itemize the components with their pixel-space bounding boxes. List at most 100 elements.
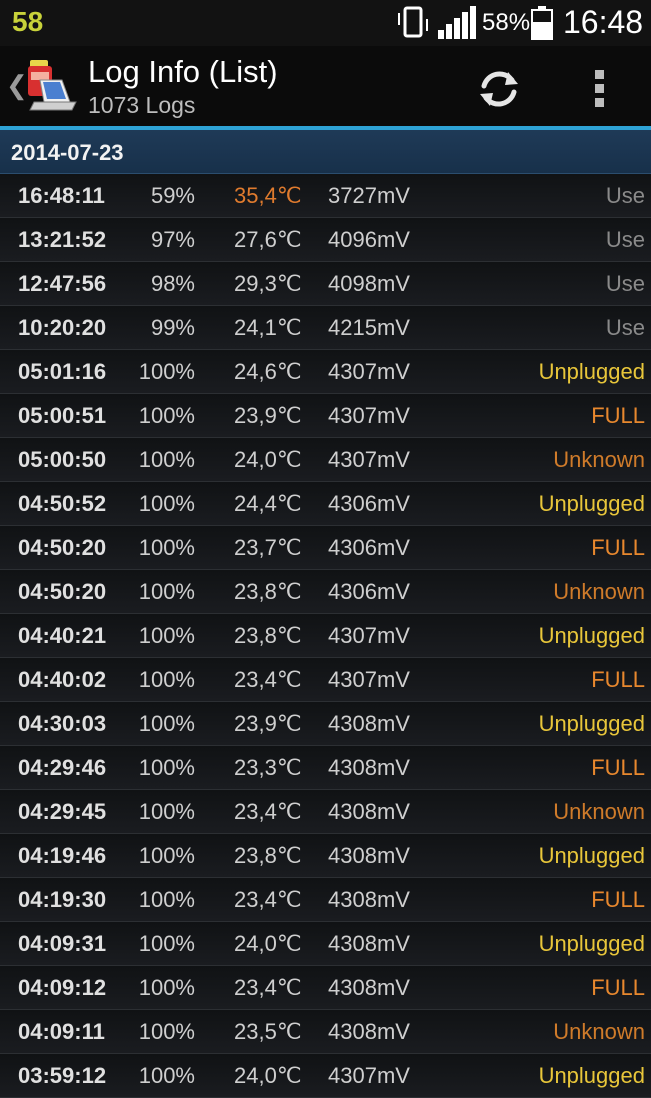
log-battery-percent: 100% [138, 1019, 195, 1044]
vibrate-icon [396, 5, 430, 44]
log-battery-percent: 100% [138, 887, 195, 912]
log-row[interactable]: 04:50:52 100% 24,4℃ 4306mV Unplugged [0, 482, 651, 526]
log-row[interactable]: 12:47:56 98% 29,3℃ 4098mV Use [0, 262, 651, 306]
log-row[interactable]: 13:21:52 97% 27,6℃ 4096mV Use [0, 218, 651, 262]
log-row[interactable]: 04:19:30 100% 23,4℃ 4308mV FULL [0, 878, 651, 922]
battery-icon [531, 6, 553, 45]
log-battery-percent: 97% [150, 227, 195, 252]
log-battery-percent: 100% [138, 667, 195, 692]
log-time: 05:00:50 [18, 447, 107, 472]
log-row[interactable]: 05:01:16 100% 24,6℃ 4307mV Unplugged [0, 350, 651, 394]
log-time: 16:48:11 [18, 183, 105, 208]
log-row[interactable]: 16:48:11 59% 35,4℃ 3727mV Use [0, 174, 651, 218]
log-status: FULL [591, 667, 645, 692]
log-status: Unknown [553, 799, 645, 824]
log-time: 04:50:20 [18, 535, 107, 560]
log-voltage: 4306mV [328, 579, 410, 604]
action-bar: ❮ Log Info (List) 1073 Logs [0, 46, 651, 126]
log-voltage: 4308mV [328, 887, 410, 912]
log-time: 05:00:51 [18, 403, 107, 428]
log-row[interactable]: 05:00:51 100% 23,9℃ 4307mV FULL [0, 394, 651, 438]
log-status: Unplugged [538, 1063, 645, 1088]
log-voltage: 4307mV [328, 447, 410, 472]
log-time: 10:20:20 [18, 315, 107, 340]
log-battery-percent: 59% [150, 183, 195, 208]
log-status: Unplugged [538, 491, 645, 516]
log-voltage: 4096mV [328, 227, 410, 252]
log-voltage: 4098mV [328, 271, 410, 296]
log-status: Unplugged [538, 623, 645, 648]
log-status: Use [605, 315, 645, 340]
log-time: 04:09:11 [18, 1019, 105, 1044]
log-time: 04:09:31 [18, 931, 107, 956]
log-time: 05:01:16 [18, 359, 107, 384]
log-battery-percent: 100% [138, 623, 195, 648]
log-temperature: 23,9℃ [234, 711, 302, 736]
section-date: 2014-07-23 [11, 140, 124, 165]
log-battery-percent: 100% [138, 491, 195, 516]
log-voltage: 3727mV [328, 183, 410, 208]
log-temperature: 23,4℃ [234, 667, 302, 692]
overflow-menu-icon[interactable] [585, 64, 615, 114]
clock: 16:48 [563, 4, 644, 40]
log-temperature: 23,8℃ [234, 623, 302, 648]
log-voltage: 4308mV [328, 799, 410, 824]
log-row[interactable]: 04:30:03 100% 23,9℃ 4308mV Unplugged [0, 702, 651, 746]
log-status: Unplugged [538, 931, 645, 956]
log-voltage: 4306mV [328, 491, 410, 516]
log-battery-percent: 100% [138, 843, 195, 868]
log-battery-percent: 100% [138, 535, 195, 560]
log-row[interactable]: 04:09:31 100% 24,0℃ 4308mV Unplugged [0, 922, 651, 966]
signal-icon [437, 6, 477, 45]
log-row[interactable]: 04:19:46 100% 23,8℃ 4308mV Unplugged [0, 834, 651, 878]
log-time: 12:47:56 [18, 271, 107, 296]
log-time: 04:40:02 [18, 667, 107, 692]
log-row[interactable]: 03:59:12 100% 24,0℃ 4307mV Unplugged [0, 1054, 651, 1098]
log-battery-percent: 100% [138, 799, 195, 824]
log-row[interactable]: 10:20:20 99% 24,1℃ 4215mV Use [0, 306, 651, 350]
log-battery-percent: 100% [138, 711, 195, 736]
log-voltage: 4307mV [328, 359, 410, 384]
log-time: 04:19:30 [18, 887, 107, 912]
log-status: FULL [591, 887, 645, 912]
log-battery-percent: 100% [138, 447, 195, 472]
log-time: 04:29:46 [18, 755, 107, 780]
log-row[interactable]: 04:40:21 100% 23,8℃ 4307mV Unplugged [0, 614, 651, 658]
log-row[interactable]: 04:40:02 100% 23,4℃ 4307mV FULL [0, 658, 651, 702]
log-time: 13:21:52 [18, 227, 107, 252]
log-battery-percent: 100% [138, 975, 195, 1000]
log-temperature: 24,1℃ [234, 315, 302, 340]
log-voltage: 4307mV [328, 403, 410, 428]
log-status: FULL [591, 755, 645, 780]
log-row[interactable]: 04:50:20 100% 23,7℃ 4306mV FULL [0, 526, 651, 570]
log-row[interactable]: 04:29:46 100% 23,3℃ 4308mV FULL [0, 746, 651, 790]
log-voltage: 4307mV [328, 623, 410, 648]
battery-laptop-app-icon[interactable] [22, 58, 80, 121]
log-temperature: 24,0℃ [234, 447, 302, 472]
log-status: Use [605, 183, 645, 208]
log-count-subtitle: 1073 Logs [88, 92, 196, 118]
log-row[interactable]: 04:50:20 100% 23,8℃ 4306mV Unknown [0, 570, 651, 614]
log-temperature: 23,5℃ [234, 1019, 302, 1044]
log-time: 04:30:03 [18, 711, 107, 736]
refresh-icon[interactable] [474, 64, 524, 114]
log-time: 04:19:46 [18, 843, 107, 868]
log-row[interactable]: 05:00:50 100% 24,0℃ 4307mV Unknown [0, 438, 651, 482]
log-time: 04:09:12 [18, 975, 107, 1000]
log-row[interactable]: 04:09:12 100% 23,4℃ 4308mV FULL [0, 966, 651, 1010]
log-time: 04:40:21 [18, 623, 107, 648]
log-battery-percent: 100% [138, 755, 195, 780]
battery-percent: 58% [482, 9, 531, 36]
log-temperature: 24,0℃ [234, 1063, 302, 1088]
log-battery-percent: 100% [138, 579, 195, 604]
notification-count: 58 [12, 6, 44, 37]
log-status: Unplugged [538, 359, 645, 384]
log-temperature: 27,6℃ [234, 227, 302, 252]
log-time: 03:59:12 [18, 1063, 107, 1088]
log-row[interactable]: 04:09:11 100% 23,5℃ 4308mV Unknown [0, 1010, 651, 1054]
log-row[interactable]: 04:29:45 100% 23,4℃ 4308mV Unknown [0, 790, 651, 834]
log-voltage: 4308mV [328, 931, 410, 956]
log-status: Unknown [553, 447, 645, 472]
log-list[interactable]: 16:48:11 59% 35,4℃ 3727mV Use 13:21:52 97% 27,6… [0, 174, 651, 1098]
log-voltage: 4307mV [328, 667, 410, 692]
